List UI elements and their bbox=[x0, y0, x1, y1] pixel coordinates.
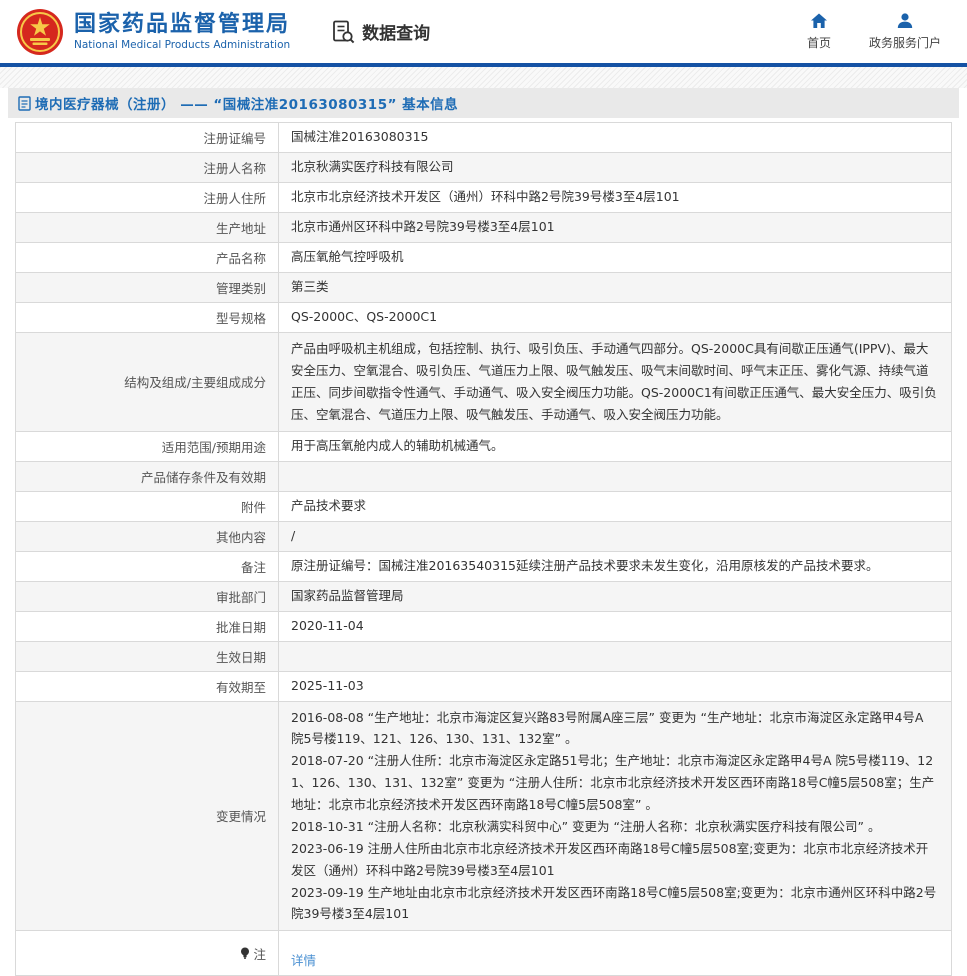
bulb-icon bbox=[240, 947, 250, 960]
nav-item-label: 政务服务门户 bbox=[869, 34, 941, 51]
row-label: 注 bbox=[16, 931, 279, 976]
row-label: 批准日期 bbox=[16, 611, 279, 641]
row-value: / bbox=[279, 521, 952, 551]
row-label: 生产地址 bbox=[16, 213, 279, 243]
row-value: 第三类 bbox=[279, 273, 952, 303]
page-title: 境内医疗器械（注册） —— “国械注准20163080315” 基本信息 bbox=[35, 93, 458, 113]
row-value: 2025-11-03 bbox=[279, 671, 952, 701]
row-value: 国家药品监督管理局 bbox=[279, 581, 952, 611]
row-value: 2020-11-04 bbox=[279, 611, 952, 641]
table-row: 型号规格 QS-2000C、QS-2000C1 bbox=[16, 303, 952, 333]
row-label: 附件 bbox=[16, 491, 279, 521]
row-label: 产品储存条件及有效期 bbox=[16, 461, 279, 491]
table-row: 审批部门 国家药品监督管理局 bbox=[16, 581, 952, 611]
row-value: 原注册证编号：国械注准20163540315延续注册产品技术要求未发生变化，沿用… bbox=[279, 551, 952, 581]
table-row: 注册人名称 北京秋满实医疗科技有限公司 bbox=[16, 153, 952, 183]
table-row: 有效期至 2025-11-03 bbox=[16, 671, 952, 701]
nav-item-label: 首页 bbox=[807, 34, 831, 51]
table-row: 结构及组成/主要组成成分 产品由呼吸机主机组成，包括控制、执行、吸引负压、手动通… bbox=[16, 333, 952, 432]
row-label: 适用范围/预期用途 bbox=[16, 431, 279, 461]
table-row: 产品名称 高压氧舱气控呼吸机 bbox=[16, 243, 952, 273]
row-label: 其他内容 bbox=[16, 521, 279, 551]
data-query-label: 数据查询 bbox=[362, 19, 430, 44]
background-hatch-band bbox=[0, 67, 967, 88]
table-row: 注册人住所 北京市北京经济技术开发区（通州）环科中路2号院39号楼3至4层101 bbox=[16, 183, 952, 213]
table-row: 适用范围/预期用途 用于高压氧舱内成人的辅助机械通气。 bbox=[16, 431, 952, 461]
data-query-section[interactable]: 数据查询 bbox=[330, 19, 430, 45]
table-row: 生产地址 北京市通州区环科中路2号院39号楼3至4层101 bbox=[16, 213, 952, 243]
row-value: 产品技术要求 bbox=[279, 491, 952, 521]
header-nav: 首页 政务服务门户 bbox=[807, 12, 949, 51]
document-icon bbox=[18, 96, 31, 111]
home-icon bbox=[810, 12, 828, 30]
site-header: 国家药品监督管理局 National Medical Products Admi… bbox=[0, 0, 967, 63]
registration-info-table: 注册证编号 国械注准20163080315 注册人名称 北京秋满实医疗科技有限公… bbox=[15, 122, 952, 976]
row-label: 注册证编号 bbox=[16, 123, 279, 153]
table-row: 生效日期 bbox=[16, 641, 952, 671]
page-title-bar: 境内医疗器械（注册） —— “国械注准20163080315” 基本信息 bbox=[8, 88, 959, 118]
row-label: 生效日期 bbox=[16, 641, 279, 671]
row-label: 注册人名称 bbox=[16, 153, 279, 183]
table-row: 备注 原注册证编号：国械注准20163540315延续注册产品技术要求未发生变化… bbox=[16, 551, 952, 581]
national-emblem-icon bbox=[16, 8, 64, 56]
table-row: 其他内容 / bbox=[16, 521, 952, 551]
row-value: 高压氧舱气控呼吸机 bbox=[279, 243, 952, 273]
table-row: 管理类别 第三类 bbox=[16, 273, 952, 303]
row-value: 国械注准20163080315 bbox=[279, 123, 952, 153]
row-value: QS-2000C、QS-2000C1 bbox=[279, 303, 952, 333]
row-label: 产品名称 bbox=[16, 243, 279, 273]
row-value bbox=[279, 461, 952, 491]
row-value: 详情 bbox=[279, 931, 952, 976]
row-label: 型号规格 bbox=[16, 303, 279, 333]
note-label-text: 注 bbox=[253, 944, 266, 963]
row-label: 注册人住所 bbox=[16, 183, 279, 213]
row-label: 备注 bbox=[16, 551, 279, 581]
table-row: 批准日期 2020-11-04 bbox=[16, 611, 952, 641]
row-label: 变更情况 bbox=[16, 701, 279, 931]
detail-link[interactable]: 详情 bbox=[291, 953, 316, 968]
row-label: 管理类别 bbox=[16, 273, 279, 303]
table-row: 注册证编号 国械注准20163080315 bbox=[16, 123, 952, 153]
row-label: 结构及组成/主要组成成分 bbox=[16, 333, 279, 432]
row-label: 审批部门 bbox=[16, 581, 279, 611]
org-names: 国家药品监督管理局 National Medical Products Admi… bbox=[74, 12, 290, 51]
row-value: 北京市北京经济技术开发区（通州）环科中路2号院39号楼3至4层101 bbox=[279, 183, 952, 213]
row-value: 2016-08-08 “生产地址：北京市海淀区复兴路83号附属A座三层” 变更为… bbox=[279, 701, 952, 931]
org-name-en: National Medical Products Administration bbox=[74, 39, 290, 51]
row-value: 产品由呼吸机主机组成，包括控制、执行、吸引负压、手动通气四部分。QS-2000C… bbox=[279, 333, 952, 432]
document-search-icon bbox=[330, 19, 356, 45]
table-row: 附件 产品技术要求 bbox=[16, 491, 952, 521]
user-icon bbox=[896, 12, 914, 30]
table-row-change-history: 变更情况 2016-08-08 “生产地址：北京市海淀区复兴路83号附属A座三层… bbox=[16, 701, 952, 931]
site-logo[interactable]: 国家药品监督管理局 National Medical Products Admi… bbox=[16, 8, 290, 56]
table-row-note: 注 详情 bbox=[16, 931, 952, 976]
row-value: 用于高压氧舱内成人的辅助机械通气。 bbox=[279, 431, 952, 461]
row-value bbox=[279, 641, 952, 671]
org-name-cn: 国家药品监督管理局 bbox=[74, 12, 290, 37]
row-label: 有效期至 bbox=[16, 671, 279, 701]
nav-item-gov-portal[interactable]: 政务服务门户 bbox=[869, 12, 941, 51]
nav-item-home[interactable]: 首页 bbox=[807, 12, 831, 51]
row-value: 北京秋满实医疗科技有限公司 bbox=[279, 153, 952, 183]
row-value: 北京市通州区环科中路2号院39号楼3至4层101 bbox=[279, 213, 952, 243]
table-row: 产品储存条件及有效期 bbox=[16, 461, 952, 491]
